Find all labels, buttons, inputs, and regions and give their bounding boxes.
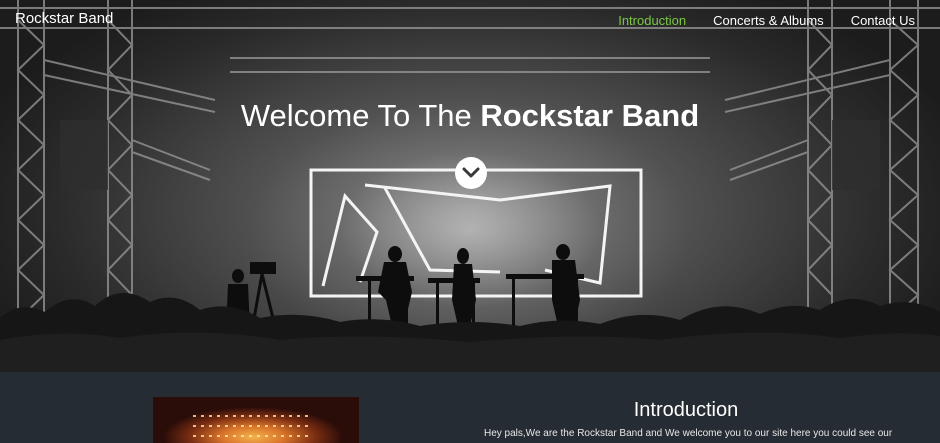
nav-link-contact-us[interactable]: Contact Us: [851, 13, 915, 28]
hero-title: Welcome To The Rockstar Band: [0, 98, 940, 134]
introduction-section: Introduction Hey pals,We are the Rocksta…: [0, 372, 940, 443]
nav-link-concerts-albums[interactable]: Concerts & Albums: [713, 13, 824, 28]
hero-banner: Rockstar Band Introduction Concerts & Al…: [0, 0, 940, 372]
chevron-down-icon: [462, 167, 480, 178]
concert-lights-image: [153, 397, 359, 443]
introduction-heading: Introduction: [633, 399, 739, 421]
nav-link-introduction[interactable]: Introduction: [618, 13, 686, 28]
hero-title-prefix: Welcome To The: [240, 98, 481, 133]
hero-title-emphasis: Rockstar Band: [480, 98, 700, 133]
main-nav: Introduction Concerts & Albums Contact U…: [618, 13, 915, 28]
introduction-text: Hey pals,We are the Rockstar Band and We…: [484, 428, 893, 439]
scroll-down-button[interactable]: [455, 157, 487, 189]
brand-logo[interactable]: Rockstar Band: [15, 10, 113, 27]
